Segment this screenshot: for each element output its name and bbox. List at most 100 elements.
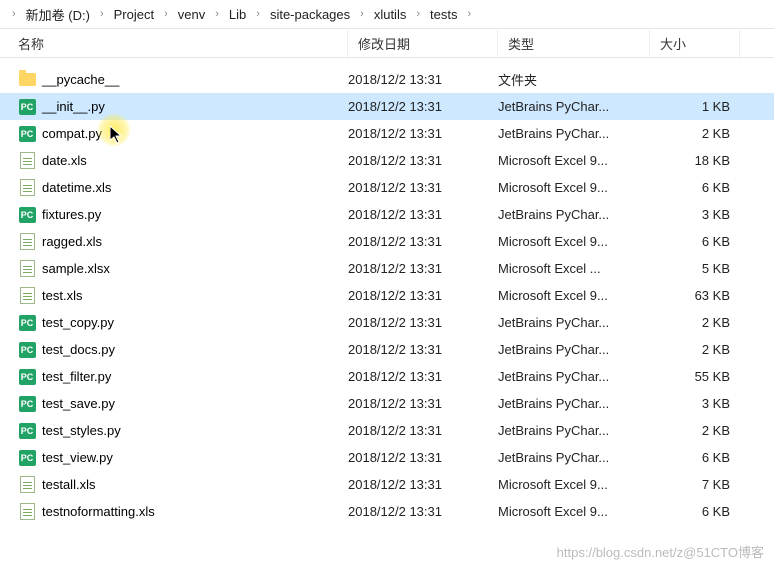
file-date: 2018/12/2 13:31 — [348, 99, 498, 114]
file-size: 3 KB — [650, 207, 740, 222]
file-date: 2018/12/2 13:31 — [348, 315, 498, 330]
file-date: 2018/12/2 13:31 — [348, 72, 498, 87]
file-date: 2018/12/2 13:31 — [348, 477, 498, 492]
file-size: 6 KB — [650, 450, 740, 465]
file-size: 1 KB — [650, 99, 740, 114]
file-size: 2 KB — [650, 315, 740, 330]
file-row[interactable]: test.xls 2018/12/2 13:31Microsoft Excel 9… — [0, 282, 774, 309]
excel-file-icon — [18, 260, 36, 278]
file-name: sample.xlsx — [42, 261, 110, 276]
file-date: 2018/12/2 13:31 — [348, 396, 498, 411]
file-list: __pycache__2018/12/2 13:31文件夹PC__init__.… — [0, 58, 774, 525]
file-row[interactable]: testall.xls 2018/12/2 13:31Microsoft Exce… — [0, 471, 774, 498]
pycharm-file-icon: PC — [18, 206, 36, 224]
file-size: 6 KB — [650, 234, 740, 249]
breadcrumb-item[interactable]: 新加卷 (D:) — [22, 3, 94, 26]
file-name: datetime.xls — [42, 180, 111, 195]
file-date: 2018/12/2 13:31 — [348, 153, 498, 168]
file-date: 2018/12/2 13:31 — [348, 288, 498, 303]
file-row[interactable]: PCtest_save.py2018/12/2 13:31JetBrains P… — [0, 390, 774, 417]
file-date: 2018/12/2 13:31 — [348, 261, 498, 276]
column-header-row: 名称 修改日期 类型 大小 — [0, 28, 774, 58]
file-size: 6 KB — [650, 180, 740, 195]
file-type: Microsoft Excel 9... — [498, 153, 650, 168]
breadcrumb-item[interactable]: Lib — [225, 5, 250, 24]
chevron-right-icon: › — [94, 8, 110, 20]
file-row[interactable]: __pycache__ 2018/12/2 13:31文件夹 — [0, 66, 774, 93]
file-row[interactable]: testnoformatting.xls 2018/12/2 13:31Micro… — [0, 498, 774, 525]
pycharm-file-icon: PC — [18, 368, 36, 386]
file-type: Microsoft Excel 9... — [498, 234, 650, 249]
file-name: date.xls — [42, 153, 87, 168]
file-type: JetBrains PyChar... — [498, 423, 650, 438]
column-header-size[interactable]: 大小 — [650, 28, 740, 59]
file-type: 文件夹 — [498, 70, 650, 89]
file-size: 5 KB — [650, 261, 740, 276]
file-type: JetBrains PyChar... — [498, 396, 650, 411]
excel-file-icon — [18, 152, 36, 170]
file-date: 2018/12/2 13:31 — [348, 342, 498, 357]
file-type: Microsoft Excel ... — [498, 261, 650, 276]
file-name: test_docs.py — [42, 342, 115, 357]
file-row[interactable]: PC test_styles.py 2018/12/2 13:31JetBrains… — [0, 417, 774, 444]
file-type: Microsoft Excel 9... — [498, 477, 650, 492]
file-row[interactable]: PCtest_docs.py2018/12/2 13:31JetBrains P… — [0, 336, 774, 363]
file-date: 2018/12/2 13:31 — [348, 369, 498, 384]
excel-file-icon — [18, 503, 36, 521]
file-row[interactable]: PC__init__.py2018/12/2 13:31JetBrains Py… — [0, 93, 774, 120]
file-type: JetBrains PyChar... — [498, 450, 650, 465]
file-type: JetBrains PyChar... — [498, 126, 650, 141]
file-type: Microsoft Excel 9... — [498, 504, 650, 519]
file-name: testnoformatting.xls — [42, 504, 155, 519]
file-size: 2 KB — [650, 126, 740, 141]
chevron-right-icon: › — [461, 8, 477, 20]
file-row[interactable]: ragged.xls2018/12/2 13:31Microsoft Excel… — [0, 228, 774, 255]
file-name: test_styles.py — [42, 423, 121, 438]
file-row[interactable]: PCtest_view.py2018/12/2 13:31JetBrains P… — [0, 444, 774, 471]
file-size: 6 KB — [650, 504, 740, 519]
file-row[interactable]: PCtest_filter.py2018/12/2 13:31JetBrains… — [0, 363, 774, 390]
file-row[interactable]: PCcompat.py2018/12/2 13:31JetBrains PyCh… — [0, 120, 774, 147]
file-size: 2 KB — [650, 342, 740, 357]
file-type: Microsoft Excel 9... — [498, 288, 650, 303]
pycharm-file-icon: PC — [18, 314, 36, 332]
file-date: 2018/12/2 13:31 — [348, 423, 498, 438]
chevron-right-icon: › — [158, 8, 174, 20]
file-date: 2018/12/2 13:31 — [348, 450, 498, 465]
file-size: 63 KB — [650, 288, 740, 303]
file-name: test_copy.py — [42, 315, 114, 330]
column-header-type[interactable]: 类型 — [498, 28, 650, 59]
file-row[interactable]: date.xls 2018/12/2 13:31Microsoft Excel 9… — [0, 147, 774, 174]
chevron-right-icon: › — [6, 8, 22, 20]
file-type: JetBrains PyChar... — [498, 99, 650, 114]
file-name: test_save.py — [42, 396, 115, 411]
breadcrumb-item[interactable]: Project — [110, 5, 158, 24]
file-size: 7 KB — [650, 477, 740, 492]
pycharm-file-icon: PC — [18, 98, 36, 116]
chevron-right-icon: › — [209, 8, 225, 20]
file-row[interactable]: sample.xlsx 2018/12/2 13:31Microsoft Exce… — [0, 255, 774, 282]
chevron-right-icon: › — [354, 8, 370, 20]
file-name: ragged.xls — [42, 234, 102, 249]
breadcrumb-item[interactable]: venv — [174, 5, 209, 24]
file-name: test.xls — [42, 288, 82, 303]
file-date: 2018/12/2 13:31 — [348, 207, 498, 222]
column-header-name[interactable]: 名称 — [0, 28, 348, 59]
file-row[interactable]: PCfixtures.py2018/12/2 13:31JetBrains Py… — [0, 201, 774, 228]
pycharm-file-icon: PC — [18, 422, 36, 440]
file-name: fixtures.py — [42, 207, 101, 222]
watermark: https://blog.csdn.net/z@51CTO博客 — [557, 542, 764, 561]
breadcrumb-item[interactable]: xlutils — [370, 5, 411, 24]
breadcrumb[interactable]: ›新加卷 (D:)›Project›venv›Lib›site-packages… — [0, 0, 774, 28]
column-header-date[interactable]: 修改日期 — [348, 28, 498, 59]
file-type: JetBrains PyChar... — [498, 342, 650, 357]
breadcrumb-item[interactable]: tests — [426, 5, 461, 24]
breadcrumb-item[interactable]: site-packages — [266, 5, 354, 24]
file-row[interactable]: PCtest_copy.py2018/12/2 13:31JetBrains P… — [0, 309, 774, 336]
file-name: testall.xls — [42, 477, 95, 492]
file-date: 2018/12/2 13:31 — [348, 504, 498, 519]
file-date: 2018/12/2 13:31 — [348, 126, 498, 141]
file-name: __pycache__ — [42, 72, 119, 87]
file-row[interactable]: datetime.xls2018/12/2 13:31Microsoft Exc… — [0, 174, 774, 201]
excel-file-icon — [18, 287, 36, 305]
